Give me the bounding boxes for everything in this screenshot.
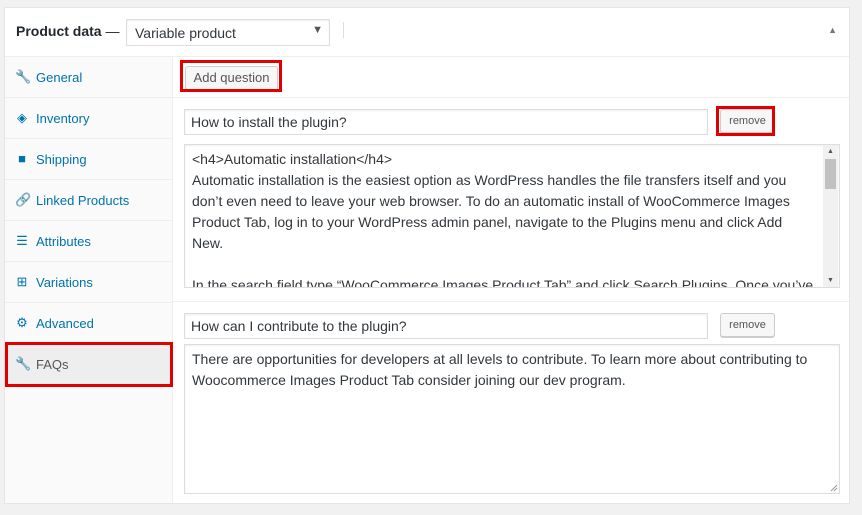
answer-textarea[interactable]: There are opportunities for developers a… xyxy=(184,344,840,494)
add-question-button[interactable]: Add question xyxy=(185,66,278,90)
list-icon: ☰ xyxy=(16,233,28,248)
faq-divider xyxy=(173,301,849,302)
tab-label: Linked Products xyxy=(36,193,130,208)
tab-label: Advanced xyxy=(36,316,94,331)
tab-advanced[interactable]: ⚙ Advanced xyxy=(5,303,172,344)
remove-button[interactable]: remove xyxy=(720,109,775,133)
tab-shipping[interactable]: ■ Shipping xyxy=(5,139,172,180)
tab-label: Inventory xyxy=(36,111,90,126)
product-type-value: Variable product xyxy=(135,25,236,41)
tab-label: Variations xyxy=(36,275,93,290)
answer-textarea[interactable]: <h4>Automatic installation</h4> Automati… xyxy=(184,144,840,288)
tab-label: Shipping xyxy=(36,152,87,167)
tab-label: FAQs xyxy=(36,357,69,372)
tab-variations[interactable]: ⊞ Variations xyxy=(5,262,172,303)
panel-title-dash: — xyxy=(105,23,120,39)
question-input[interactable]: How to install the plugin? xyxy=(184,109,708,135)
truck-icon: ■ xyxy=(18,151,26,166)
tab-faqs[interactable]: 🔧 FAQs xyxy=(5,344,172,385)
scroll-down-icon[interactable]: ▼ xyxy=(823,274,838,287)
tab-attributes[interactable]: ☰ Attributes xyxy=(5,221,172,262)
collapse-toggle-icon[interactable]: ▲ xyxy=(828,25,837,35)
panel-header: Product data — Variable product ▼ ▲ xyxy=(5,8,849,57)
header-separator xyxy=(343,22,344,38)
product-type-select[interactable]: Variable product ▼ xyxy=(126,19,330,46)
faq-panel: Add question How to install the plugin? … xyxy=(173,57,849,503)
link-icon: 🔗 xyxy=(15,192,32,207)
tab-inventory[interactable]: ◈ Inventory xyxy=(5,98,172,139)
gear-icon: ⚙ xyxy=(16,315,28,330)
panel-title-text: Product data xyxy=(16,23,102,39)
scroll-up-icon[interactable]: ▲ xyxy=(823,145,838,158)
wrench-icon: 🔧 xyxy=(15,356,32,371)
grid-icon: ⊞ xyxy=(16,274,28,289)
remove-button[interactable]: remove xyxy=(720,313,775,337)
product-data-panel: Product data — Variable product ▼ ▲ 🔧 Ge… xyxy=(4,7,850,504)
panel-title: Product data — xyxy=(16,23,119,39)
tab-label: General xyxy=(36,70,83,85)
tab-general[interactable]: 🔧 General xyxy=(5,57,172,98)
tab-linked-products[interactable]: 🔗 Linked Products xyxy=(5,180,172,221)
question-input[interactable]: How can I contribute to the plugin? xyxy=(184,313,708,339)
tab-label: Attributes xyxy=(36,234,91,249)
wrench-icon: 🔧 xyxy=(15,69,32,84)
faq-toolbar: Add question xyxy=(173,57,849,98)
product-data-tabs: 🔧 General ◈ Inventory ■ Shipping 🔗 Linke… xyxy=(5,57,173,503)
scroll-thumb[interactable] xyxy=(825,159,836,189)
resize-grip-icon[interactable] xyxy=(830,484,838,492)
caret-down-icon: ▼ xyxy=(312,24,323,36)
answer-scrollbar[interactable]: ▲ ▼ xyxy=(823,145,838,287)
tag-icon: ◈ xyxy=(17,110,27,125)
